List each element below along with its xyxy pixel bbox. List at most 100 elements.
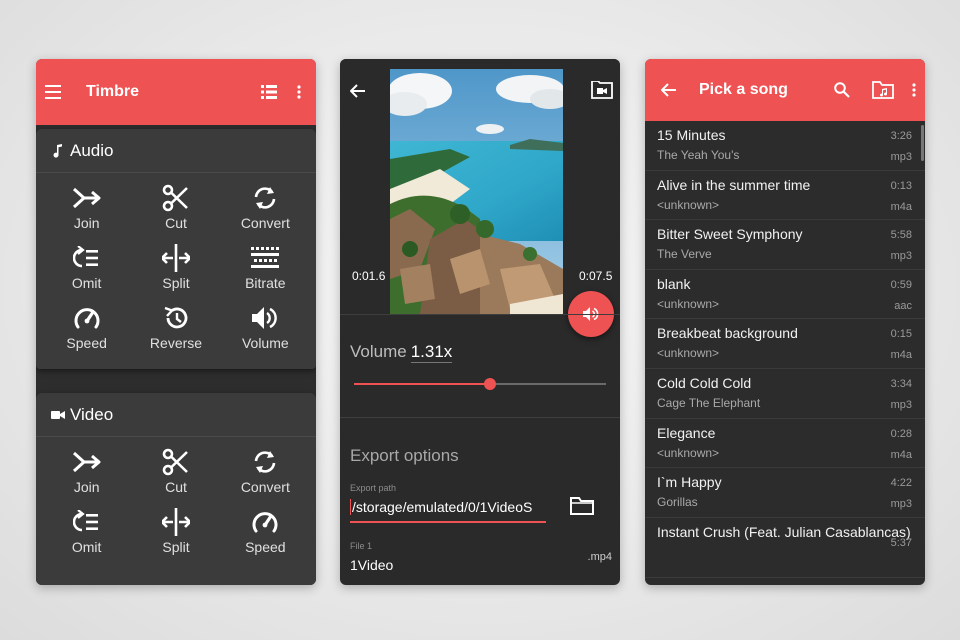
video-tool-omit-button[interactable]: Omit <box>42 501 131 561</box>
video-tool-convert-button[interactable]: Convert <box>221 441 310 501</box>
reverse-icon <box>161 303 191 333</box>
video-tool-speed-button[interactable]: Speed <box>221 501 310 561</box>
song-duration: 0:13 <box>890 179 912 192</box>
tool-label: Join <box>73 215 100 231</box>
song-format: mp3 <box>890 151 912 163</box>
audio-tool-join-button[interactable]: Join <box>42 177 131 237</box>
video-tool-join-button[interactable]: Join <box>42 441 131 501</box>
music-note-icon <box>50 143 66 159</box>
song-format: m4a <box>890 200 912 213</box>
audio-tools-grid: Join Cut Convert Omit Split Bitrate Speed Rever… <box>36 173 316 357</box>
tool-label: Omit <box>71 275 102 291</box>
song-title: 15 Minutes <box>657 127 726 143</box>
timbre-home-screen: Timbre Audio Join Cut Convert Omit Split Bitr… <box>36 59 316 585</box>
export-path-input[interactable]: /storage/emulated/0/1VideoS <box>350 497 546 523</box>
search-icon[interactable] <box>831 79 853 101</box>
tool-label: Reverse <box>149 335 203 351</box>
tool-label: Cut <box>165 215 187 231</box>
video-section-header: Video <box>36 393 316 437</box>
audio-tool-split-button[interactable]: Split <box>131 237 220 297</box>
song-format: m4a <box>890 448 912 461</box>
back-arrow-icon[interactable] <box>348 81 368 101</box>
song-artist: <unknown> <box>657 296 720 311</box>
song-title: Elegance <box>657 424 716 441</box>
speed-icon <box>250 507 280 537</box>
video-tool-cut-button[interactable]: Cut <box>131 441 220 501</box>
song-list-item[interactable]: Breakbeat background <unknown> 0:15 m4a <box>645 319 925 369</box>
more-vert-icon[interactable] <box>909 80 919 100</box>
file-label: File 1 <box>350 541 373 551</box>
pick-song-screen: Pick a song 15 Minutes The Yeah You's 3:26… <box>645 59 925 585</box>
song-duration: 0:15 <box>890 328 912 341</box>
scrollbar[interactable] <box>921 125 924 161</box>
volume-value[interactable]: 1.31x <box>410 342 453 363</box>
audio-tool-bitrate-button[interactable]: Bitrate <box>221 237 310 297</box>
export-options-title: Export options <box>350 446 459 465</box>
song-artist: <unknown> <box>657 346 720 361</box>
more-vert-icon[interactable] <box>294 82 304 102</box>
volume-row: Volume 1.31x <box>350 342 453 363</box>
song-artist: Gorillas <box>657 495 698 510</box>
trim-start-time: 0:01.6 <box>352 269 386 283</box>
audio-tool-convert-button[interactable]: Convert <box>221 177 310 237</box>
audio-tool-speed-button[interactable]: Speed <box>42 297 131 357</box>
music-folder-icon[interactable] <box>871 79 895 101</box>
tool-label: Join <box>73 479 100 495</box>
song-list-item[interactable]: 15 Minutes The Yeah You's 3:26 mp3 <box>645 121 925 171</box>
song-duration: 0:59 <box>890 278 912 291</box>
song-duration: 0:28 <box>890 427 912 440</box>
song-title: Breakbeat background <box>657 325 798 342</box>
audio-tool-omit-button[interactable]: Omit <box>42 237 131 297</box>
tool-label: Speed <box>245 539 286 555</box>
song-duration: 3:26 <box>890 130 912 142</box>
audio-heading: Audio <box>70 140 114 160</box>
video-card: Video Join Cut Convert Omit Split Speed <box>36 393 316 585</box>
split-icon <box>161 243 191 273</box>
tool-label: Cut <box>165 479 187 495</box>
video-preview-area: 0:01.6 0:07.5 <box>340 59 620 314</box>
song-title: I`m Happy <box>657 474 722 491</box>
convert-icon <box>250 183 280 213</box>
audio-tool-cut-button[interactable]: Cut <box>131 177 220 237</box>
song-duration: 3:34 <box>890 377 912 390</box>
audio-tool-reverse-button[interactable]: Reverse <box>131 297 220 357</box>
videocam-icon <box>50 407 66 423</box>
song-list-item[interactable]: Cold Cold Cold Cage The Elephant 3:34 mp3 <box>645 369 925 419</box>
tool-label: Convert <box>240 479 290 495</box>
tool-label: Split <box>162 539 190 555</box>
video-tool-split-button[interactable]: Split <box>131 501 220 561</box>
volume-slider-thumb[interactable] <box>484 378 497 390</box>
song-list-item[interactable]: Bitter Sweet Symphony The Verve 5:58 mp3 <box>645 220 925 270</box>
folder-icon[interactable] <box>568 495 596 517</box>
song-artist: Cage The Elephant <box>657 395 761 410</box>
back-arrow-icon[interactable] <box>659 80 679 100</box>
volume-slider-fill <box>354 383 491 385</box>
menu-icon[interactable] <box>44 82 64 102</box>
volume-label: Volume <box>350 342 407 361</box>
song-duration: 4:22 <box>890 477 912 490</box>
tool-label: Speed <box>66 335 107 351</box>
audio-card: Audio Join Cut Convert Omit Split Bitrate Spee… <box>36 129 316 369</box>
song-duration: 5:37 <box>890 536 912 549</box>
volume-slider[interactable] <box>354 378 606 390</box>
video-heading: Video <box>70 404 114 424</box>
song-title: Bitter Sweet Symphony <box>657 226 803 243</box>
song-list-item[interactable]: Elegance <unknown> 0:28 m4a <box>645 419 925 469</box>
song-list-item[interactable]: blank <unknown> 0:59 aac <box>645 270 925 320</box>
volume-editor-screen: 0:01.6 0:07.5 Volume 1.31x Export options… <box>340 59 620 585</box>
song-title: Alive in the summer time <box>657 176 811 193</box>
video-file-icon[interactable] <box>590 79 614 101</box>
audio-tool-volume-button[interactable]: Volume <box>221 297 310 357</box>
song-title: blank <box>657 275 691 292</box>
file-name-input[interactable]: 1Video <box>350 557 393 573</box>
video-thumbnail-image <box>390 69 563 314</box>
trim-end-time: 0:07.5 <box>579 269 613 283</box>
file-extension: .mp4 <box>587 551 612 563</box>
song-format: m4a <box>890 349 912 362</box>
song-list-item[interactable]: I`m Happy Gorillas 4:22 mp3 <box>645 468 925 518</box>
song-list-item[interactable]: Instant Crush (Feat. Julian Casablancas)… <box>645 518 925 578</box>
list-view-icon[interactable] <box>258 81 280 103</box>
app-title: Timbre <box>86 83 140 100</box>
song-list-item[interactable]: Alive in the summer time <unknown> 0:13 m4a <box>645 171 925 221</box>
tool-label: Volume <box>241 335 289 351</box>
